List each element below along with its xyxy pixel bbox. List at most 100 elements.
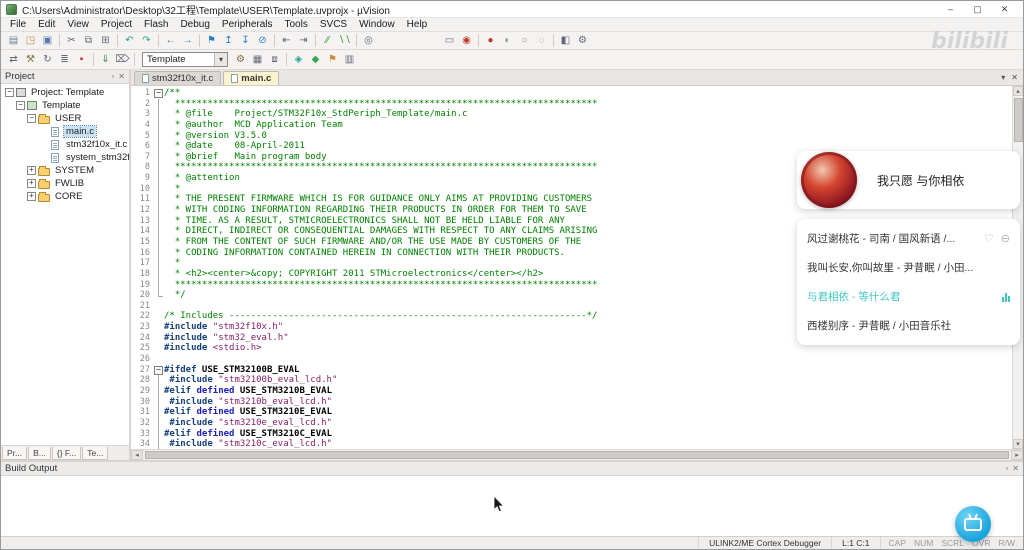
bookmark-prev-icon[interactable]: ↥ bbox=[220, 33, 237, 48]
menu-item-edit[interactable]: Edit bbox=[32, 18, 61, 31]
redo-icon[interactable]: ↷ bbox=[138, 33, 155, 48]
collapse-icon[interactable]: − bbox=[16, 101, 25, 110]
close-button[interactable]: ✕ bbox=[991, 1, 1018, 17]
menu-item-window[interactable]: Window bbox=[353, 18, 401, 31]
bookmark-next-icon[interactable]: ↧ bbox=[237, 33, 254, 48]
tree-item-stm32f10x-it-c[interactable]: stm32f10x_it.c bbox=[1, 138, 129, 151]
menu-item-flash[interactable]: Flash bbox=[138, 18, 174, 31]
build-icon[interactable]: ⚒ bbox=[22, 52, 39, 67]
playlist-item[interactable]: 我叫长安,你叫故里 - 尹昔眠 / 小田... bbox=[797, 253, 1020, 282]
enable-breakpoint-icon[interactable]: ◐ bbox=[499, 33, 516, 48]
disable-breakpoints-icon[interactable]: ○ bbox=[516, 33, 533, 48]
playlist-item[interactable]: 与君相依 - 等什么君 bbox=[797, 282, 1020, 311]
playlist-item[interactable]: 风过谢桃花 - 司南 / 国风新语 /...♡⊖ bbox=[797, 224, 1020, 253]
stop-build-icon[interactable]: ▪ bbox=[73, 52, 90, 67]
playlist-item[interactable]: 西楼别序 - 尹昔眠 / 小田音乐社 bbox=[797, 311, 1020, 340]
expand-icon[interactable]: + bbox=[27, 192, 36, 201]
paste-icon[interactable]: ⊞ bbox=[97, 33, 114, 48]
insert-breakpoint-icon[interactable]: ● bbox=[482, 33, 499, 48]
scroll-down-icon[interactable]: ▾ bbox=[1013, 439, 1023, 449]
tree-item-main-c[interactable]: main.c bbox=[1, 125, 129, 138]
remove-icon[interactable]: ⊖ bbox=[1001, 232, 1010, 245]
pack-installer-icon[interactable]: ◆ bbox=[307, 52, 324, 67]
expand-icon[interactable]: + bbox=[27, 179, 36, 188]
tree-item-core[interactable]: +CORE bbox=[1, 190, 129, 203]
collapse-icon[interactable]: − bbox=[27, 114, 36, 123]
editor-horizontal-scrollbar[interactable]: ◂ ▸ bbox=[131, 449, 1023, 460]
editor-tab-stm32f10x-it-c[interactable]: stm32f10x_it.c bbox=[134, 71, 221, 85]
tree-item-system[interactable]: +SYSTEM bbox=[1, 164, 129, 177]
debug-windows-icon[interactable]: ▭ bbox=[441, 33, 458, 48]
pin-icon[interactable]: ▫ bbox=[111, 72, 114, 81]
maximize-button[interactable]: ▢ bbox=[964, 1, 991, 17]
editor-tab-main-c[interactable]: main.c bbox=[223, 71, 279, 85]
scroll-up-icon[interactable]: ▴ bbox=[1013, 86, 1023, 96]
tree-item-fwlib[interactable]: +FWLIB bbox=[1, 177, 129, 190]
undo-icon[interactable]: ↶ bbox=[121, 33, 138, 48]
uncomment-icon[interactable]: ∖∖ bbox=[336, 33, 353, 48]
tree-item-project-template[interactable]: −Project: Template bbox=[1, 86, 129, 99]
indent-left-icon[interactable]: ⇤ bbox=[278, 33, 295, 48]
flag-icon[interactable]: ⚑ bbox=[324, 52, 341, 67]
panel-tab-f[interactable]: {} F... bbox=[52, 447, 81, 460]
panel-tab-te[interactable]: Te... bbox=[82, 447, 108, 460]
horizontal-scrollbar-thumb[interactable] bbox=[145, 451, 1009, 459]
open-file-icon[interactable]: ◳ bbox=[22, 33, 39, 48]
fold-start-icon[interactable]: − bbox=[154, 89, 163, 98]
find-in-files-icon[interactable]: ◎ bbox=[360, 33, 377, 48]
vertical-scrollbar-thumb[interactable] bbox=[1014, 98, 1023, 142]
save-icon[interactable]: ▣ bbox=[39, 33, 56, 48]
menu-item-debug[interactable]: Debug bbox=[174, 18, 215, 31]
expand-icon[interactable]: + bbox=[27, 166, 36, 175]
configure-icon[interactable]: ⚙ bbox=[574, 33, 591, 48]
close-tab-icon[interactable]: ✕ bbox=[1011, 73, 1018, 82]
tab-list-icon[interactable]: ▾ bbox=[1001, 73, 1005, 82]
kill-breakpoints-icon[interactable]: ◌ bbox=[533, 33, 550, 48]
component-icon[interactable]: ◈ bbox=[290, 52, 307, 67]
download-icon[interactable]: ⇓ bbox=[97, 52, 114, 67]
scroll-left-icon[interactable]: ◂ bbox=[131, 450, 143, 460]
menu-item-tools[interactable]: Tools bbox=[279, 18, 314, 31]
indent-right-icon[interactable]: ⇥ bbox=[295, 33, 312, 48]
comment-icon[interactable]: ∕∕ bbox=[319, 33, 336, 48]
chevron-down-icon[interactable]: ▾ bbox=[214, 53, 227, 66]
options-target-icon[interactable]: ⚙ bbox=[232, 52, 249, 67]
like-icon[interactable]: ♡ bbox=[984, 232, 994, 245]
start-debug-icon[interactable]: ◉ bbox=[458, 33, 475, 48]
menu-item-file[interactable]: File bbox=[4, 18, 32, 31]
minimize-button[interactable]: – bbox=[937, 1, 964, 17]
tree-item-system-stm32f1[interactable]: system_stm32f1 bbox=[1, 151, 129, 164]
menu-item-peripherals[interactable]: Peripherals bbox=[216, 18, 279, 31]
tree-item-template[interactable]: −Template bbox=[1, 99, 129, 112]
menu-item-help[interactable]: Help bbox=[401, 18, 434, 31]
menu-item-svcs[interactable]: SVCS bbox=[314, 18, 353, 31]
bookmark-clear-icon[interactable]: ⊘ bbox=[254, 33, 271, 48]
close-panel-icon[interactable]: ✕ bbox=[118, 72, 125, 81]
copy-icon[interactable]: ⧉ bbox=[80, 33, 97, 48]
bilibili-badge[interactable] bbox=[955, 506, 991, 542]
scroll-right-icon[interactable]: ▸ bbox=[1011, 450, 1023, 460]
menu-item-view[interactable]: View bbox=[61, 18, 95, 31]
window-layout-icon[interactable]: ◧ bbox=[557, 33, 574, 48]
flash-erase-icon[interactable]: ⌦ bbox=[114, 52, 131, 67]
menu-item-project[interactable]: Project bbox=[95, 18, 138, 31]
build-output-content[interactable] bbox=[1, 476, 1023, 536]
panel-tab-pr[interactable]: Pr... bbox=[2, 447, 27, 460]
bookmark-toggle-icon[interactable]: ⚑ bbox=[203, 33, 220, 48]
batch-build-icon[interactable]: ≣ bbox=[56, 52, 73, 67]
navigate-back-icon[interactable]: ← bbox=[162, 33, 179, 48]
rebuild-icon[interactable]: ↻ bbox=[39, 52, 56, 67]
cut-icon[interactable]: ✂ bbox=[63, 33, 80, 48]
collapse-icon[interactable]: − bbox=[5, 88, 14, 97]
target-select[interactable]: Template ▾ bbox=[142, 52, 228, 67]
file-extensions-icon[interactable]: ▦ bbox=[249, 52, 266, 67]
translate-icon[interactable]: ⇄ bbox=[5, 52, 22, 67]
new-file-icon[interactable]: ▤ bbox=[5, 33, 22, 48]
manage-project-icon[interactable]: ⧈ bbox=[266, 52, 283, 67]
system-viewer-icon[interactable]: ▥ bbox=[341, 52, 358, 67]
close-panel-icon[interactable]: ✕ bbox=[1012, 464, 1019, 473]
panel-tab-b[interactable]: B... bbox=[28, 447, 51, 460]
navigate-forward-icon[interactable]: → bbox=[179, 33, 196, 48]
tree-item-user[interactable]: −USER bbox=[1, 112, 129, 125]
pin-icon[interactable]: ▫ bbox=[1005, 464, 1008, 473]
